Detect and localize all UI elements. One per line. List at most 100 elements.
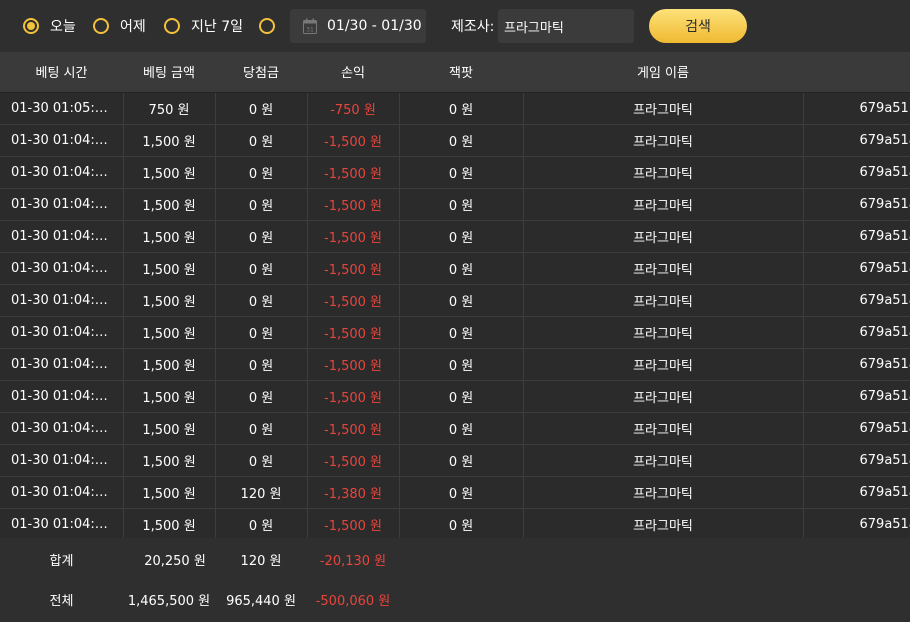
header-bet-amount: 베팅 금액 <box>123 52 215 93</box>
row-game-name: 프라그마틱 <box>523 316 804 349</box>
row-bet-time: 01-30 01:04:… <box>0 284 124 317</box>
row-bet-amount: 1,500 원 <box>123 252 216 285</box>
radio-yesterday[interactable]: 어제 <box>93 16 146 36</box>
row-bet-amount: 1,500 원 <box>123 444 216 477</box>
row-winnings: 0 원 <box>215 412 308 445</box>
radio-label-yesterday: 어제 <box>120 19 146 35</box>
row-profit-loss: -1,500 원 <box>307 412 400 445</box>
radio-custom-range[interactable] <box>259 16 275 36</box>
row-bet-amount: 1,500 원 <box>123 316 216 349</box>
row-transaction-id: 679a51a <box>803 188 910 221</box>
row-transaction-id: 679a51a <box>803 412 910 445</box>
table-row[interactable]: 01-30 01:04:… 1,500 원 120 원 -1,380 원0 원 프라그마… <box>0 476 910 509</box>
row-jackpot: 0 원 <box>399 444 524 477</box>
row-bet-time: 01-30 01:04:… <box>0 348 124 381</box>
subtotal-profit-loss: -20,130 원 <box>319 554 387 569</box>
row-profit-loss: -1,500 원 <box>307 284 400 317</box>
row-bet-amount: 750 원 <box>123 92 216 125</box>
row-profit-loss: -1,500 원 <box>307 316 400 349</box>
row-bet-amount: 1,500 원 <box>123 284 216 317</box>
header-transaction-id <box>803 52 910 93</box>
header-bet-time: 베팅 시간 <box>0 52 123 93</box>
row-profit-loss: -1,500 원 <box>307 188 400 221</box>
row-transaction-id: 679a51a <box>803 508 910 538</box>
table-row[interactable]: 01-30 01:04:… 1,500 원0 원 -1,500 원0 원 프라그마틱 6… <box>0 444 910 477</box>
calendar-icon: 31 <box>303 18 317 34</box>
row-bet-time: 01-30 01:04:… <box>0 188 124 221</box>
header-game-name: 게임 이름 <box>523 52 803 93</box>
radio-today[interactable]: 오늘 <box>23 16 76 36</box>
row-bet-amount: 1,500 원 <box>123 156 216 189</box>
row-winnings: 0 원 <box>215 188 308 221</box>
row-transaction-id: 679a51a <box>803 380 910 413</box>
maker-input[interactable] <box>498 9 634 43</box>
row-jackpot: 0 원 <box>399 380 524 413</box>
radio-circle-icon <box>93 18 109 34</box>
summary-section: 합계 20,250 원 120 원 -20,130 원 전체 1,465,500… <box>0 538 910 618</box>
row-jackpot: 0 원 <box>399 188 524 221</box>
radio-circle-icon <box>164 18 180 34</box>
row-game-name: 프라그마틱 <box>523 252 804 285</box>
table-row[interactable]: 01-30 01:04:… 1,500 원0 원 -1,500 원0 원 프라그마틱 6… <box>0 508 910 538</box>
row-game-name: 프라그마틱 <box>523 188 804 221</box>
row-bet-time: 01-30 01:04:… <box>0 380 124 413</box>
table-row[interactable]: 01-30 01:04:… 1,500 원0 원 -1,500 원0 원 프라그마틱 6… <box>0 220 910 253</box>
row-game-name: 프라그마틱 <box>523 156 804 189</box>
row-bet-amount: 1,500 원 <box>123 188 216 221</box>
row-winnings: 0 원 <box>215 508 308 538</box>
row-bet-amount: 1,500 원 <box>123 412 216 445</box>
row-profit-loss: -1,500 원 <box>307 252 400 285</box>
row-transaction-id: 679a51a <box>803 284 910 317</box>
table-row[interactable]: 01-30 01:04:… 1,500 원0 원 -1,500 원0 원 프라그마틱 6… <box>0 284 910 317</box>
row-transaction-id: 679a51a <box>803 476 910 509</box>
row-bet-time: 01-30 01:04:… <box>0 476 124 509</box>
filter-bar: 오늘 어제 지난 7일 31 01/30 - 01/30 제조사: 검색 <box>0 0 910 52</box>
row-bet-amount: 1,500 원 <box>123 124 216 157</box>
table-row[interactable]: 01-30 01:04:… 1,500 원0 원 -1,500 원0 원 프라그마틱 6… <box>0 252 910 285</box>
row-bet-amount: 1,500 원 <box>123 348 216 381</box>
row-transaction-id: 679a51b <box>803 92 910 125</box>
table-row[interactable]: 01-30 01:04:… 1,500 원0 원 -1,500 원0 원 프라그마틱 6… <box>0 156 910 189</box>
table-row[interactable]: 01-30 01:05:… 750 원0 원 -750 원0 원 프라그마틱 679a5… <box>0 92 910 125</box>
table-row[interactable]: 01-30 01:04:… 1,500 원0 원 -1,500 원0 원 프라그마틱 6… <box>0 380 910 413</box>
row-transaction-id: 679a51a <box>803 444 910 477</box>
radio-circle-icon <box>23 18 39 34</box>
table-row[interactable]: 01-30 01:04:… 1,500 원0 원 -1,500 원0 원 프라그마틱 6… <box>0 348 910 381</box>
row-bet-amount: 1,500 원 <box>123 220 216 253</box>
subtotal-win: 120 원 <box>240 554 282 569</box>
table-row[interactable]: 01-30 01:04:… 1,500 원0 원 -1,500 원0 원 프라그마틱 6… <box>0 188 910 221</box>
row-game-name: 프라그마틱 <box>523 508 804 538</box>
header-jackpot: 잭팟 <box>399 52 523 93</box>
row-game-name: 프라그마틱 <box>523 348 804 381</box>
row-winnings: 0 원 <box>215 252 308 285</box>
row-game-name: 프라그마틱 <box>523 476 804 509</box>
row-profit-loss: -1,500 원 <box>307 348 400 381</box>
summary-row-subtotal: 합계 20,250 원 120 원 -20,130 원 <box>0 542 910 582</box>
row-game-name: 프라그마틱 <box>523 92 804 125</box>
row-transaction-id: 679a51a <box>803 252 910 285</box>
radio-last-7-days[interactable]: 지난 7일 <box>164 16 243 36</box>
row-jackpot: 0 원 <box>399 220 524 253</box>
row-winnings: 0 원 <box>215 348 308 381</box>
table-row[interactable]: 01-30 01:04:… 1,500 원0 원 -1,500 원0 원 프라그마틱 6… <box>0 124 910 157</box>
row-jackpot: 0 원 <box>399 124 524 157</box>
table-header-row: 베팅 시간 베팅 금액 당첨금 손익 잭팟 게임 이름 <box>0 52 910 93</box>
row-transaction-id: 679a51a <box>803 124 910 157</box>
radio-circle-icon <box>259 18 275 34</box>
row-game-name: 프라그마틱 <box>523 284 804 317</box>
row-jackpot: 0 원 <box>399 476 524 509</box>
row-winnings: 0 원 <box>215 316 308 349</box>
date-range-picker[interactable]: 31 01/30 - 01/30 <box>290 9 426 43</box>
table-row[interactable]: 01-30 01:04:… 1,500 원0 원 -1,500 원0 원 프라그마틱 6… <box>0 412 910 445</box>
row-winnings: 0 원 <box>215 380 308 413</box>
row-winnings: 0 원 <box>215 124 308 157</box>
row-jackpot: 0 원 <box>399 252 524 285</box>
table-row[interactable]: 01-30 01:04:… 1,500 원0 원 -1,500 원0 원 프라그마틱 6… <box>0 316 910 349</box>
row-winnings: 0 원 <box>215 220 308 253</box>
row-profit-loss: -1,500 원 <box>307 444 400 477</box>
row-jackpot: 0 원 <box>399 316 524 349</box>
row-jackpot: 0 원 <box>399 508 524 538</box>
search-button[interactable]: 검색 <box>649 9 747 43</box>
row-jackpot: 0 원 <box>399 284 524 317</box>
row-bet-time: 01-30 01:04:… <box>0 156 124 189</box>
